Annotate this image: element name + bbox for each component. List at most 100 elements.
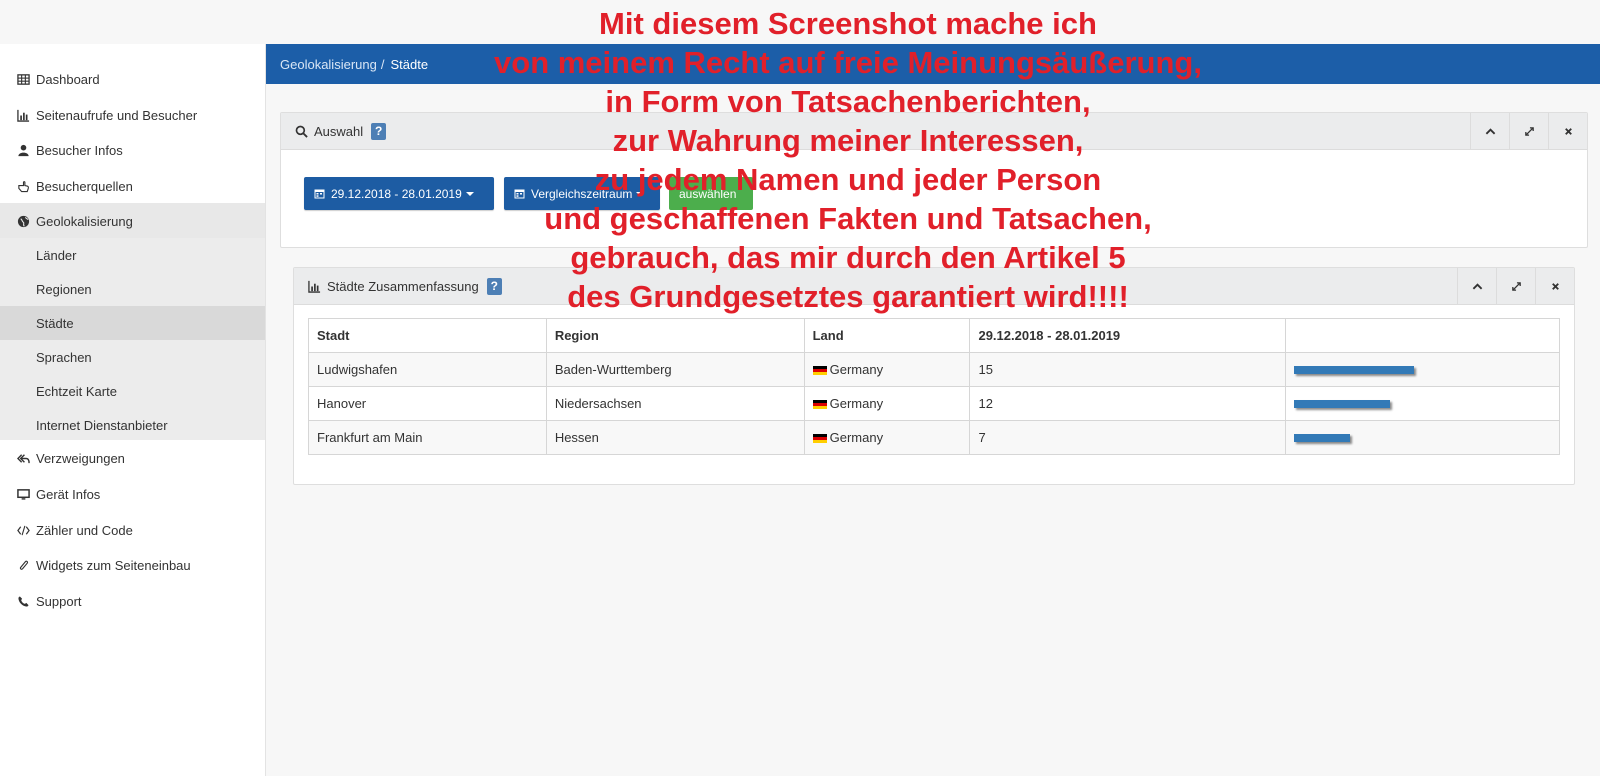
collapse-button[interactable] (1457, 268, 1496, 304)
search-icon (295, 125, 308, 138)
bar-chart-icon (308, 280, 321, 293)
visits-bar (1294, 365, 1415, 374)
breadcrumb: Geolokalisierung / Städte (266, 44, 1600, 84)
region-cell: Niedersachsen (545, 386, 805, 421)
column-header-city[interactable]: Stadt (308, 318, 547, 353)
close-button[interactable] (1535, 268, 1574, 304)
germany-flag-icon (812, 366, 827, 376)
help-badge[interactable]: ? (486, 277, 502, 295)
date-range-label: 29.12.2018 - 28.01.2019 (331, 186, 462, 201)
sidebar-item-besucher-infos[interactable]: Besucher Infos (0, 132, 265, 168)
table-icon (16, 72, 30, 86)
sidebar-item-geolokalisierung[interactable]: Geolokalisierung (0, 203, 265, 239)
selection-panel-header: Auswahl ? (281, 113, 1587, 150)
cities-table: Stadt Region Land 29.12.2018 - 28.01.201… (308, 318, 1560, 455)
city-cell: Frankfurt am Main (308, 420, 547, 455)
sidebar-item-label: Widgets zum Seiteneinbau (36, 557, 191, 573)
visits-cell: 12 (969, 386, 1287, 421)
select-button-label: auswählen (679, 186, 737, 201)
country-label: Germany (829, 396, 884, 411)
globe-icon (16, 214, 30, 228)
sidebar-subitem-sprachen[interactable]: Sprachen (0, 340, 265, 374)
sidebar-item-label: Besucherquellen (36, 178, 133, 194)
paperclip-icon (16, 558, 30, 572)
bar-cell (1285, 386, 1560, 421)
top-strip (0, 0, 1600, 44)
compare-period-button[interactable]: Vergleichszeitraum (504, 177, 660, 210)
germany-flag-icon (812, 434, 827, 444)
germany-flag-icon (812, 400, 827, 410)
breadcrumb-separator: / (380, 56, 385, 72)
sidebar-item-label: Geolokalisierung (36, 213, 133, 229)
chevron-up-icon (1485, 127, 1495, 134)
city-cell: Ludwigshafen (308, 352, 547, 387)
country-label: Germany (829, 430, 884, 445)
table-row: Ludwigshafen Baden-Wurttemberg Germany 1… (308, 352, 1560, 387)
sidebar-item-geraet-infos[interactable]: Gerät Infos (0, 476, 265, 512)
country-label: Germany (829, 362, 884, 377)
breadcrumb-parent[interactable]: Geolokalisierung (280, 57, 377, 72)
sidebar-item-label: Besucher Infos (36, 142, 123, 158)
sidebar-item-label: Zähler und Code (36, 522, 133, 538)
sidebar-item-seitenaufrufe[interactable]: Seitenaufrufe und Besucher (0, 97, 265, 133)
user-icon (16, 143, 30, 157)
selection-panel: Auswahl ? 29.12.2018 - 28.01.2019 Vergle… (280, 112, 1588, 248)
column-header-region[interactable]: Region (545, 318, 805, 353)
sidebar-item-besucherquellen[interactable]: Besucherquellen (0, 168, 265, 204)
sidebar-subitem-label: Länder (36, 247, 77, 263)
sidebar-item-widgets[interactable]: Widgets zum Seiteneinbau (0, 547, 265, 583)
sidebar-subitem-echtzeit-karte[interactable]: Echtzeit Karte (0, 374, 265, 408)
column-header-country[interactable]: Land (803, 318, 971, 353)
selection-panel-title: Auswahl (314, 123, 364, 139)
calendar-icon (514, 188, 525, 199)
compare-period-label: Vergleichszeitraum (531, 186, 633, 201)
sidebar-item-label: Seitenaufrufe und Besucher (36, 107, 198, 123)
staedte-summary-panel: Städte Zusammenfassung ? Stadt Region La… (293, 267, 1575, 485)
select-button[interactable]: auswählen (669, 177, 753, 210)
expand-button[interactable] (1509, 113, 1548, 149)
close-icon (1551, 282, 1559, 290)
sidebar-subitem-label: Internet Dienstanbieter (36, 417, 168, 433)
breadcrumb-current: Städte (390, 56, 429, 72)
region-cell: Hessen (545, 420, 805, 455)
hand-pointer-icon (16, 179, 30, 193)
expand-button[interactable] (1496, 268, 1535, 304)
expand-icon (1511, 281, 1521, 291)
bar-cell (1285, 352, 1560, 387)
sidebar: Dashboard Seitenaufrufe und Besucher Bes… (0, 44, 266, 776)
country-cell: Germany (803, 352, 971, 387)
sidebar-subitem-staedte[interactable]: Städte (0, 306, 265, 340)
close-icon (1564, 127, 1572, 135)
bar-chart-icon (16, 108, 30, 122)
sidebar-item-label: Verzweigungen (36, 450, 125, 466)
region-cell: Baden-Wurttemberg (545, 352, 805, 387)
close-button[interactable] (1548, 113, 1587, 149)
date-range-button[interactable]: 29.12.2018 - 28.01.2019 (304, 177, 494, 210)
country-cell: Germany (803, 386, 971, 421)
chevron-down-icon (465, 191, 474, 196)
column-header-visits[interactable]: 29.12.2018 - 28.01.2019 (969, 318, 1287, 353)
table-row: Frankfurt am Main Hessen Germany 7 (308, 420, 1560, 455)
visits-cell: 7 (969, 420, 1287, 455)
table-row: Hanover Niedersachsen Germany 12 (308, 386, 1560, 421)
column-header-bar (1285, 318, 1560, 353)
visits-bar (1294, 433, 1351, 442)
sidebar-item-support[interactable]: Support (0, 583, 265, 619)
sidebar-subitem-label: Regionen (36, 281, 92, 297)
help-badge[interactable]: ? (371, 122, 387, 140)
collapse-button[interactable] (1470, 113, 1509, 149)
sidebar-item-label: Support (36, 593, 82, 609)
sidebar-item-dashboard[interactable]: Dashboard (0, 61, 265, 97)
city-cell: Hanover (308, 386, 547, 421)
panel-tools (1470, 113, 1587, 149)
reply-all-icon (16, 451, 30, 465)
visits-bar (1294, 399, 1391, 408)
sidebar-subitem-laender[interactable]: Länder (0, 238, 265, 272)
sidebar-item-zaehler-und-code[interactable]: Zähler und Code (0, 512, 265, 548)
visits-cell: 15 (969, 352, 1287, 387)
sidebar-item-label: Dashboard (36, 71, 100, 87)
sidebar-subitem-regionen[interactable]: Regionen (0, 272, 265, 306)
phone-icon (16, 594, 30, 608)
sidebar-subitem-internet-dienstanbieter[interactable]: Internet Dienstanbieter (0, 408, 265, 442)
sidebar-item-verzweigungen[interactable]: Verzweigungen (0, 440, 265, 476)
